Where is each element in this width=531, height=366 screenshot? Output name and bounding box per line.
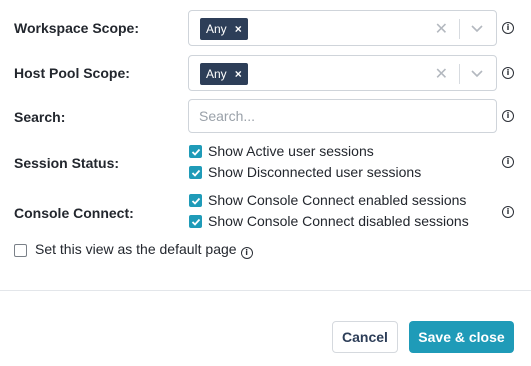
checkbox-console-disabled[interactable] xyxy=(189,215,202,228)
host-pool-scope-tag-label: Any xyxy=(206,67,227,81)
info-icon[interactable]: i xyxy=(502,156,514,168)
info-icon[interactable]: i xyxy=(502,206,514,218)
tag-remove-icon[interactable]: × xyxy=(235,63,242,85)
clear-icon[interactable]: ✕ xyxy=(435,64,448,83)
workspace-scope-label: Workspace Scope: xyxy=(14,20,140,36)
cancel-button[interactable]: Cancel xyxy=(332,321,398,353)
disconnected-sessions-label: Show Disconnected user sessions xyxy=(208,164,422,180)
host-pool-scope-label: Host Pool Scope: xyxy=(14,65,130,81)
workspace-scope-tag: Any × xyxy=(200,18,248,40)
check-icon xyxy=(191,218,200,226)
footer-divider xyxy=(0,290,531,291)
check-icon xyxy=(191,197,200,205)
chevron-down-icon[interactable] xyxy=(470,21,484,35)
info-icon[interactable]: i xyxy=(502,22,514,34)
console-disabled-label: Show Console Connect disabled sessions xyxy=(208,213,469,229)
checkbox-default-page[interactable] xyxy=(14,244,27,257)
console-connect-label: Console Connect: xyxy=(14,205,134,221)
info-icon[interactable]: i xyxy=(240,247,253,259)
select-divider xyxy=(459,64,460,84)
checkbox-active-sessions[interactable] xyxy=(189,145,202,158)
workspace-scope-tag-label: Any xyxy=(206,22,227,36)
tag-remove-icon[interactable]: × xyxy=(235,18,242,40)
checkbox-disconnected-sessions[interactable] xyxy=(189,166,202,179)
workspace-scope-select[interactable]: Any × ✕ xyxy=(188,10,497,46)
save-close-button[interactable]: Save & close xyxy=(409,321,514,353)
default-page-label: Set this view as the default page xyxy=(35,241,237,257)
default-page-row: Set this view as the default page i xyxy=(35,241,253,259)
check-icon xyxy=(191,148,200,156)
clear-icon[interactable]: ✕ xyxy=(435,19,448,38)
session-status-label: Session Status: xyxy=(14,155,120,171)
search-label: Search: xyxy=(14,109,66,125)
console-enabled-label: Show Console Connect enabled sessions xyxy=(208,192,467,208)
info-icon[interactable]: i xyxy=(502,110,514,122)
select-divider xyxy=(459,19,460,39)
info-icon[interactable]: i xyxy=(502,67,514,79)
chevron-down-icon[interactable] xyxy=(470,66,484,80)
search-input[interactable] xyxy=(188,99,497,133)
host-pool-scope-tag: Any × xyxy=(200,63,248,85)
check-icon xyxy=(191,169,200,177)
active-sessions-label: Show Active user sessions xyxy=(208,143,374,159)
checkbox-console-enabled[interactable] xyxy=(189,194,202,207)
host-pool-scope-select[interactable]: Any × ✕ xyxy=(188,55,497,91)
